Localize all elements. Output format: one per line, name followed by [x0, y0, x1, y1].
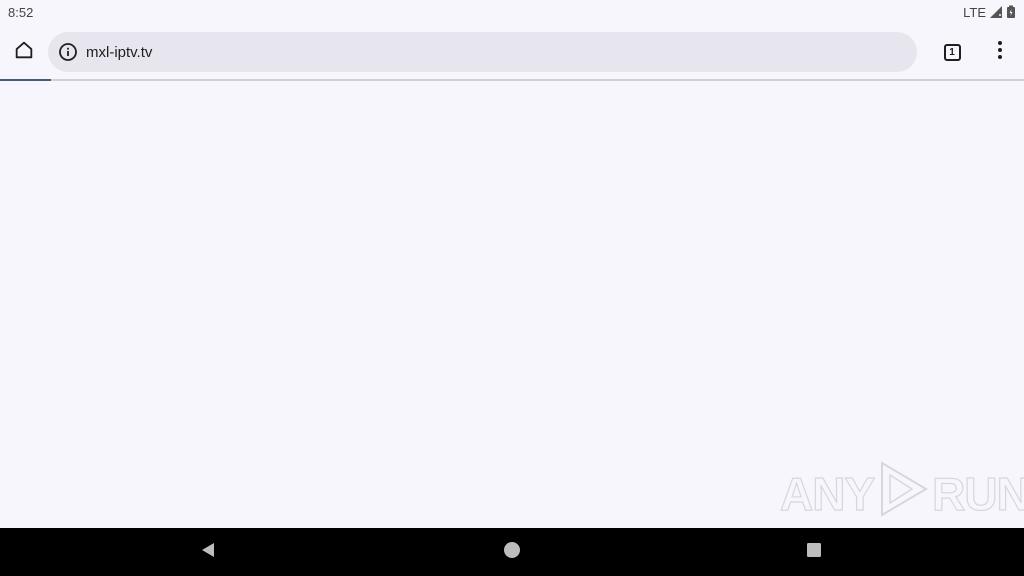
home-icon: [13, 39, 35, 66]
recents-icon: [806, 542, 822, 563]
home-button[interactable]: [4, 32, 44, 72]
play-logo-icon: [876, 459, 930, 530]
watermark-left: ANY: [779, 467, 875, 520]
home-circle-icon: [503, 541, 521, 564]
system-nav-bar: [0, 528, 1024, 576]
nav-back-button[interactable]: [188, 532, 228, 572]
back-icon: [200, 542, 216, 563]
browser-toolbar: mxl-iptv.tv 1: [0, 24, 1024, 80]
address-bar[interactable]: mxl-iptv.tv: [48, 32, 917, 72]
menu-button[interactable]: [980, 32, 1020, 72]
anyrun-watermark: ANY RUN: [779, 460, 1024, 526]
watermark-right: RUN: [932, 467, 1024, 520]
signal-icon: [989, 5, 1003, 19]
tab-switcher-button[interactable]: 1: [932, 32, 972, 72]
tab-count: 1: [943, 43, 961, 61]
battery-icon: [1006, 5, 1016, 19]
info-icon[interactable]: [54, 38, 82, 66]
status-icons: LTE: [963, 5, 1016, 20]
status-bar: 8:52 LTE: [0, 0, 1024, 24]
web-content[interactable]: [0, 81, 1024, 528]
url-text[interactable]: mxl-iptv.tv: [86, 44, 152, 61]
nav-recents-button[interactable]: [794, 532, 834, 572]
network-type: LTE: [963, 4, 986, 20]
more-vert-icon: [997, 40, 1003, 65]
nav-home-button[interactable]: [492, 532, 532, 572]
status-time: 8:52: [8, 4, 34, 20]
